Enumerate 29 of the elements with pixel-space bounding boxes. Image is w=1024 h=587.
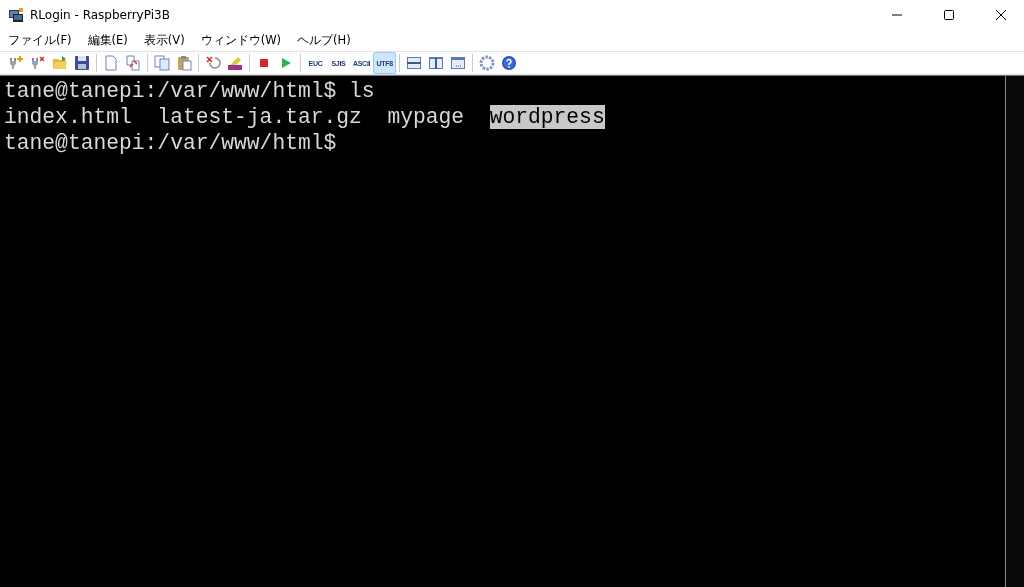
app-icon [8, 7, 24, 23]
menu-item[interactable]: 表示(V) [137, 31, 191, 50]
terminal-text: tane@tanepi:/var/www/html$ [4, 131, 337, 155]
menu-item[interactable]: ウィンドウ(W) [194, 31, 288, 50]
plug-remove-icon[interactable] [30, 55, 46, 71]
save-icon[interactable] [74, 55, 90, 71]
undo-icon[interactable] [205, 55, 221, 71]
folder-icon[interactable] [52, 55, 68, 71]
settings-icon[interactable] [479, 55, 496, 71]
split-vertical-icon[interactable] [428, 55, 445, 71]
close-icon [996, 10, 1006, 20]
split-horizontal-icon[interactable] [406, 55, 423, 71]
plug-add-icon[interactable] [8, 55, 24, 71]
terminal-text: index.html latest-ja.tar.gz mypage [4, 105, 466, 129]
terminal-text: tane@tanepi:/var/www/html$ ls [4, 79, 375, 103]
copy-icon[interactable] [154, 55, 170, 71]
window-icon[interactable] [450, 55, 467, 71]
spellcheck-icon[interactable] [227, 55, 243, 71]
page-swap-icon[interactable] [125, 55, 141, 71]
maximize-icon [944, 10, 954, 20]
selected-text: wordpress [489, 105, 605, 129]
paste-icon[interactable] [176, 55, 192, 71]
menu-item[interactable]: ヘルプ(H) [291, 31, 357, 50]
menu-item[interactable]: ファイル(F) [2, 31, 78, 50]
window-title: RLogin - RaspberryPi3B [30, 8, 171, 22]
help-icon[interactable] [501, 55, 518, 71]
menu-item[interactable]: 編集(E) [81, 31, 134, 50]
scrollbar[interactable] [1005, 76, 1024, 587]
page-icon[interactable] [103, 55, 119, 71]
